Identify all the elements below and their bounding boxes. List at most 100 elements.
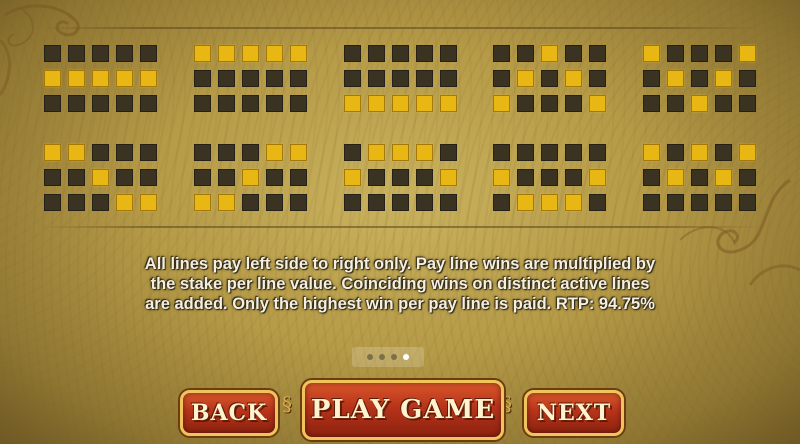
payline-cell — [691, 169, 708, 186]
payline-cell — [140, 45, 157, 62]
payline-cell-active — [116, 70, 133, 87]
payline-cell-active — [415, 144, 433, 161]
payline-cell — [517, 95, 535, 112]
payline-cell-active — [92, 70, 109, 87]
payline-cell — [241, 144, 259, 161]
payline-cell — [739, 169, 756, 186]
payline-cell-active — [367, 144, 385, 161]
payline-cell-active — [643, 144, 660, 161]
payline-cell — [68, 169, 85, 186]
payline-cell — [391, 194, 409, 211]
payline-cell — [140, 169, 157, 186]
payline-cell — [44, 95, 61, 112]
page-dot-2[interactable] — [379, 354, 385, 360]
payline-cell — [193, 95, 211, 112]
payline-cell — [415, 194, 433, 211]
payline-cell — [343, 70, 361, 87]
payline-cell-active — [589, 95, 607, 112]
payline-cell — [92, 95, 109, 112]
payline-cell — [265, 95, 283, 112]
payline-cell-active — [289, 45, 307, 62]
payline-cell — [44, 45, 61, 62]
payline-cell — [68, 45, 85, 62]
payline-cell — [493, 144, 511, 161]
payline-cell — [217, 169, 235, 186]
payline-cell — [343, 45, 361, 62]
payline-cell — [140, 144, 157, 161]
top-payline-4 — [493, 45, 607, 112]
payline-cell — [493, 45, 511, 62]
payline-cell — [667, 95, 684, 112]
payline-cell — [517, 169, 535, 186]
payline-cell-active — [517, 70, 535, 87]
payline-cell — [565, 95, 583, 112]
page-dot-3[interactable] — [391, 354, 397, 360]
payline-cell — [541, 169, 559, 186]
payline-cell-active — [667, 169, 684, 186]
payline-cell — [415, 45, 433, 62]
payline-cell — [391, 169, 409, 186]
bottom-payline-5 — [643, 144, 756, 211]
payline-cell-active — [739, 144, 756, 161]
payline-cell — [667, 45, 684, 62]
payline-cell — [367, 194, 385, 211]
bottom-payline-4 — [493, 144, 607, 211]
payline-cell — [289, 194, 307, 211]
payline-cell — [44, 194, 61, 211]
payline-cell-active — [241, 45, 259, 62]
payline-cell — [391, 70, 409, 87]
back-button[interactable]: BACK — [180, 390, 278, 436]
payline-cell-active — [265, 45, 283, 62]
next-button[interactable]: NEXT — [524, 390, 624, 436]
top-divider — [40, 27, 760, 29]
payline-cell — [68, 95, 85, 112]
payline-cell — [241, 95, 259, 112]
payline-cell — [367, 70, 385, 87]
payline-cell — [667, 144, 684, 161]
payline-cell — [493, 70, 511, 87]
rules-line-2: the stake per line value. Coinciding win… — [150, 275, 650, 293]
payline-cell — [541, 70, 559, 87]
payline-cell — [116, 169, 133, 186]
payline-cell — [439, 45, 457, 62]
payline-cell — [289, 70, 307, 87]
payline-cell — [217, 70, 235, 87]
payline-cell — [116, 95, 133, 112]
payline-cell — [691, 70, 708, 87]
payline-cell-active — [715, 169, 732, 186]
payline-cell — [643, 70, 660, 87]
payline-cell-active — [92, 169, 109, 186]
page-dot-4[interactable] — [403, 354, 409, 360]
page-dot-1[interactable] — [367, 354, 373, 360]
payline-cell-active — [589, 169, 607, 186]
payline-cell — [140, 95, 157, 112]
payline-cell-active — [541, 45, 559, 62]
payline-cell — [193, 70, 211, 87]
payline-cell — [289, 169, 307, 186]
payline-cell — [517, 45, 535, 62]
payline-cell — [517, 144, 535, 161]
payline-cell — [116, 144, 133, 161]
bottom-payline-2 — [193, 144, 307, 211]
payline-cell-active — [217, 45, 235, 62]
play-game-button[interactable]: PLAY GAME — [302, 380, 504, 440]
payline-cell — [217, 95, 235, 112]
payline-cell-active — [415, 95, 433, 112]
payline-cell — [439, 194, 457, 211]
payline-cell-active — [493, 95, 511, 112]
payline-cell-active — [565, 194, 583, 211]
left-flourish-icon: § — [282, 392, 292, 416]
payline-cell — [715, 144, 732, 161]
paylines-row-bottom — [44, 144, 756, 211]
payline-cell-active — [241, 169, 259, 186]
payline-cell-active — [439, 169, 457, 186]
payline-cell — [241, 70, 259, 87]
page-indicator — [352, 347, 424, 367]
payline-cell — [493, 194, 511, 211]
middle-divider — [40, 226, 760, 228]
payline-cell-active — [739, 45, 756, 62]
payline-cell — [643, 95, 660, 112]
payline-cell-active — [140, 194, 157, 211]
payline-cell — [343, 144, 361, 161]
payline-cell-active — [541, 194, 559, 211]
